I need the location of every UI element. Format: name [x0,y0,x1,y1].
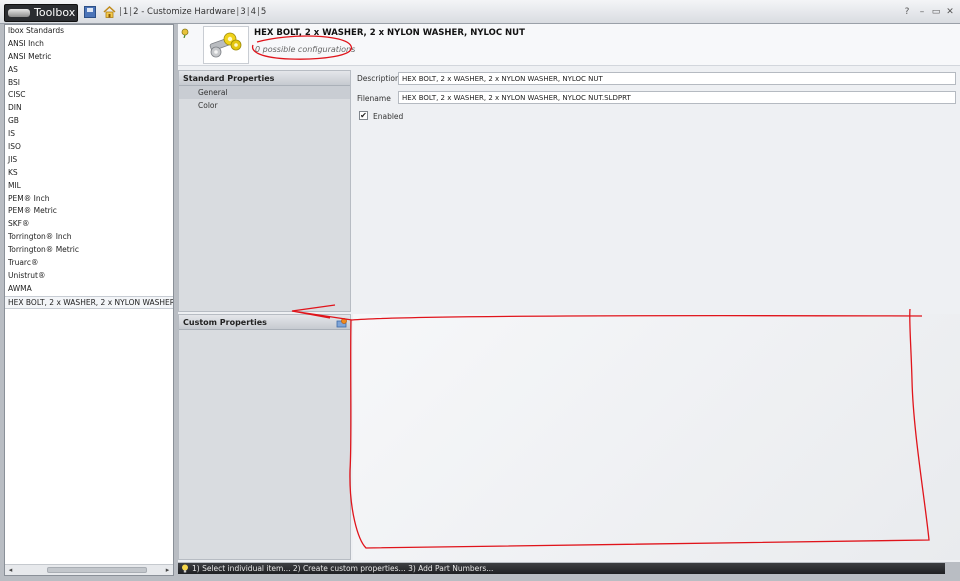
scroll-right-icon[interactable]: ▸ [163,566,172,574]
description-label: Description [357,74,400,83]
tree-item[interactable]: lbox Standards [5,25,173,38]
description-field[interactable] [398,72,956,85]
tree-item[interactable]: GB [5,115,173,128]
hardware-thumbnail [203,26,249,64]
nav-item-color[interactable]: Color [179,99,350,112]
step-5[interactable]: 5 [261,7,266,17]
custom-properties-panel: Custom Properties [178,314,351,560]
hardware-title: HEX BOLT, 2 x WASHER, 2 x NYLON WASHER, … [254,28,525,38]
horizontal-scrollbar[interactable]: ◂ ▸ [5,564,173,575]
tree-item[interactable]: JIS [5,154,173,167]
minimize-icon[interactable]: – [917,7,927,17]
tree-item-selected[interactable]: HEX BOLT, 2 x WASHER, 2 x NYLON WASHER, … [5,295,173,309]
enabled-checkbox[interactable]: ✔ [359,111,368,120]
tree-item[interactable]: Unistrut® [5,270,173,283]
add-property-icon[interactable] [336,318,348,328]
general-properties-form: Description Filename ✔ Enabled [351,70,960,312]
hardware-header: HEX BOLT, 2 x WASHER, 2 x NYLON WASHER, … [178,24,960,66]
help-icon[interactable]: ? [902,7,912,17]
app-title: Toolbox [34,6,76,19]
scroll-left-icon[interactable]: ◂ [6,566,15,574]
step-2[interactable]: 2 - Customize Hardware [133,7,235,17]
lightbulb-icon [182,564,188,573]
tree-item[interactable]: BSI [5,77,173,90]
toolbox-logo[interactable]: Toolbox [4,4,78,22]
tree-item[interactable]: KS [5,167,173,180]
enabled-label: Enabled [373,112,404,121]
title-bar: Toolbox |1|2 - Customize Hardware|3|4|5 … [0,0,960,24]
tree-item[interactable]: MIL [5,180,173,193]
tree-item[interactable]: AWMA [5,283,173,296]
step-3[interactable]: 3 [240,7,245,17]
configurations-count: 0 possible configurations [255,45,356,54]
tree-item[interactable]: ANSI Inch [5,38,173,51]
standard-properties-heading: Standard Properties [179,71,350,86]
wizard-steps: |1|2 - Customize Hardware|3|4|5 [119,7,267,17]
save-icon[interactable] [84,6,96,18]
tree-item[interactable]: Truarc® [5,257,173,270]
tree-item[interactable]: ANSI Metric [5,51,173,64]
standards-tree: lbox Standards ANSI Inch ANSI Metric AS … [5,25,173,309]
standards-tree-panel: lbox Standards ANSI Inch ANSI Metric AS … [4,24,174,576]
tree-item[interactable]: PEM® Inch [5,193,173,206]
tree-item[interactable]: CISC [5,89,173,102]
status-text: 1) Select individual item... 2) Create c… [192,564,494,573]
tree-item[interactable]: AS [5,64,173,77]
custom-properties-heading: Custom Properties [179,315,350,330]
status-bar: 1) Select individual item... 2) Create c… [178,563,945,574]
tree-item[interactable]: IS [5,128,173,141]
gear-logo-icon [8,9,30,17]
tree-item[interactable]: Torrington® Inch [5,231,173,244]
restore-icon[interactable]: ▭ [931,7,941,17]
close-icon[interactable]: ✕ [945,7,955,17]
tree-item[interactable]: SKF® [5,218,173,231]
custom-properties-area[interactable] [353,314,960,560]
tree-item[interactable]: ISO [5,141,173,154]
pin-icon[interactable] [180,28,190,38]
nav-item-general[interactable]: General [179,86,350,99]
standard-properties-panel: Standard Properties General Color [178,70,351,312]
filename-label: Filename [357,94,391,103]
tree-item[interactable]: DIN [5,102,173,115]
tree-item[interactable]: Torrington® Metric [5,244,173,257]
tree-item[interactable]: PEM® Metric [5,205,173,218]
hardware-thumbnail-icon [209,32,242,58]
main-area: HEX BOLT, 2 x WASHER, 2 x NYLON WASHER, … [178,24,960,562]
filename-field[interactable] [398,91,956,104]
scroll-thumb[interactable] [47,567,147,573]
home-icon[interactable] [103,6,116,18]
